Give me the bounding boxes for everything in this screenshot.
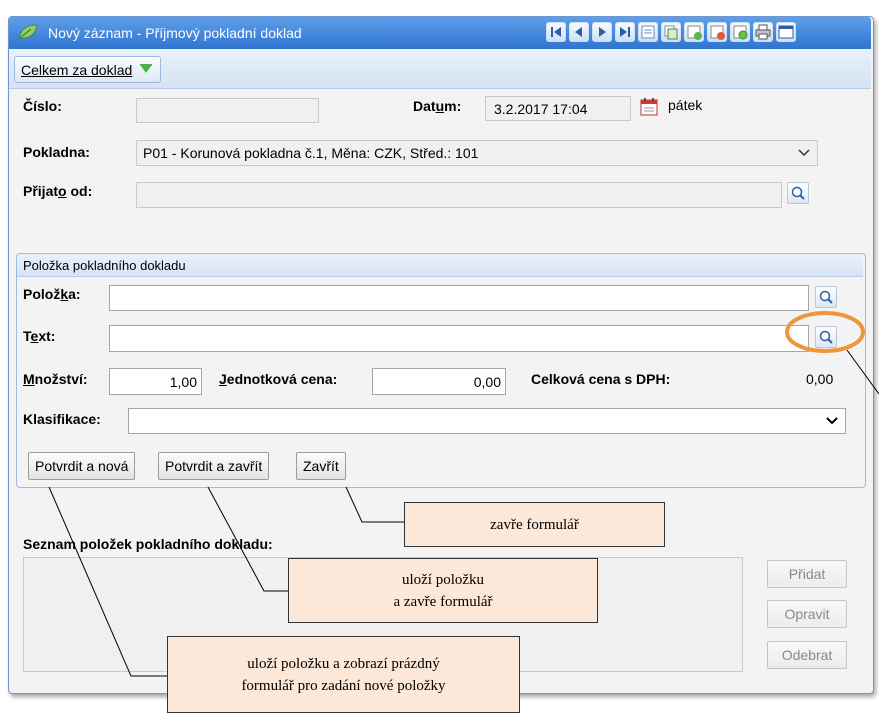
pointer-line-ring — [846, 349, 879, 395]
callout-close-form: zavře formulář — [404, 502, 665, 547]
pointer-line-confirm-close — [207, 486, 288, 592]
highlight-ring — [785, 311, 865, 353]
callout-save-and-new: uloží položku a zobrazí prázdný formulář… — [167, 636, 520, 713]
pointer-line-confirm-new — [48, 486, 167, 677]
callout-save-and-close: uloží položku a zavře formulář — [288, 558, 598, 623]
pointer-line-close — [345, 486, 404, 523]
